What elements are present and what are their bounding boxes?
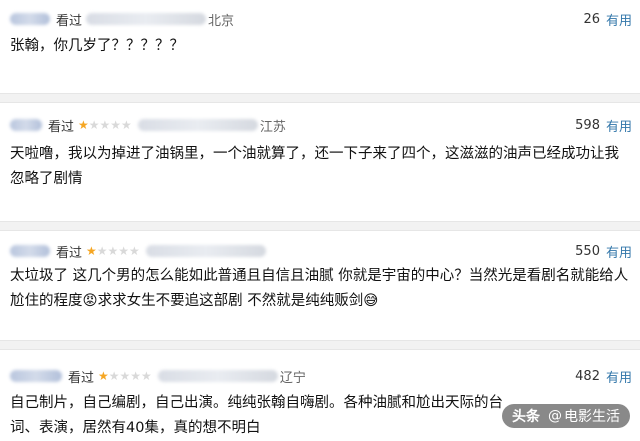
watched-label: 看过 — [48, 119, 75, 135]
vote-area: 482 有用 — [575, 366, 632, 386]
vote-area: 598 有用 — [575, 115, 632, 135]
watched-label: 看过 — [56, 13, 83, 29]
review-text: 天啦噜，我以为掉进了油锅里，一个油就算了，还一下子来了四个，这滋滋的油声已经成功… — [10, 146, 619, 187]
username-blurred[interactable] — [10, 119, 42, 131]
star-icon: ★ — [86, 244, 97, 258]
rating-stars: ★★★★★ — [98, 369, 152, 383]
star-icon: ★★★★ — [96, 244, 140, 258]
vote-area: 550 有用 — [575, 241, 632, 261]
star-icon: ★ — [98, 369, 109, 383]
vote-count: 550 — [575, 243, 600, 259]
useful-button[interactable]: 有用 — [606, 242, 632, 261]
review-meta: 看过 北京 — [10, 9, 234, 29]
date-blurred — [137, 119, 258, 131]
rating-stars: ★★★★★ — [86, 244, 140, 258]
vote-count: 482 — [575, 368, 600, 384]
username-blurred[interactable] — [10, 13, 50, 25]
vote-area: 26 有用 — [583, 9, 632, 29]
useful-button[interactable]: 有用 — [606, 116, 632, 135]
date-blurred — [86, 13, 207, 25]
review-text: 自己制片，自己编剧，自己出演。纯纯张翰自嗨剧。各种油腻和尬出天际的台词、表演，居… — [10, 395, 503, 436]
account-name: 电影生活 — [564, 409, 620, 425]
review-meta: 看过 ★★★★★ 辽宁 — [10, 366, 306, 386]
vote-count: 26 — [583, 11, 600, 27]
review-item: 看过 北京 26 有用 张翰，你几岁了？？？？？ — [0, 0, 640, 93]
review-meta: 看过 ★★★★★ 江苏 — [10, 115, 286, 135]
location-label: 江苏 — [259, 119, 286, 135]
username-blurred[interactable] — [10, 370, 62, 382]
watched-label: 看过 — [56, 245, 83, 261]
review-item: 看过 ★★★★★ 江苏 598 有用 天啦噜，我以为掉进了油锅里，一个油就算了，… — [0, 104, 640, 221]
username-blurred[interactable] — [10, 245, 50, 257]
useful-button[interactable]: 有用 — [606, 10, 632, 29]
source-watermark: 头条 @ 电影生活 — [502, 404, 630, 428]
star-icon: ★ — [78, 118, 89, 132]
vote-count: 598 — [575, 117, 600, 133]
rating-stars: ★★★★★ — [78, 118, 132, 132]
at-symbol: @ — [548, 408, 562, 424]
date-blurred — [145, 245, 266, 257]
location-label: 辽宁 — [279, 370, 306, 386]
review-text: 张翰，你几岁了？？？？？ — [10, 38, 184, 54]
watched-label: 看过 — [68, 370, 95, 386]
star-icon: ★★★★ — [88, 118, 132, 132]
review-text: 太垃圾了 这几个男的怎么能如此普通且自信且油腻 你就是宇宙的中心？当然光是看剧名… — [10, 268, 629, 309]
divider — [0, 93, 640, 103]
divider — [0, 340, 640, 350]
location-label: 北京 — [208, 13, 235, 29]
review-item: 看过 ★★★★★ 550 有用 太垃圾了 这几个男的怎么能如此普通且自信且油腻 … — [0, 231, 640, 340]
useful-button[interactable]: 有用 — [606, 367, 632, 386]
date-blurred — [157, 370, 278, 382]
star-icon: ★★★★ — [108, 369, 152, 383]
review-meta: 看过 ★★★★★ — [10, 241, 268, 261]
platform-logo: 头条 — [512, 409, 540, 425]
divider — [0, 221, 640, 231]
